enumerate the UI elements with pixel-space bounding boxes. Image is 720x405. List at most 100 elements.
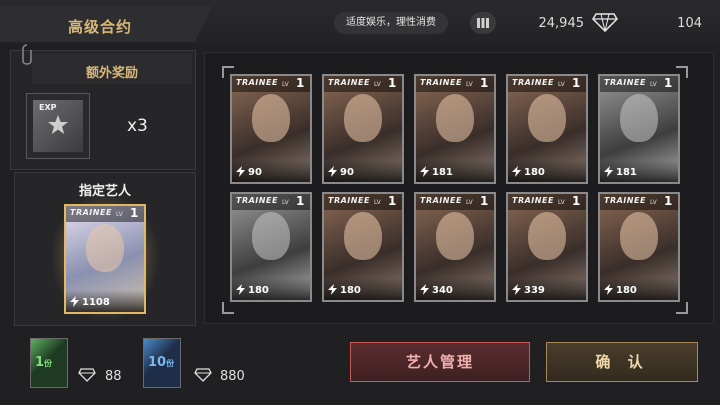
card-level: 1 xyxy=(480,76,489,90)
single-pack-count: 1份 xyxy=(35,355,52,370)
single-pack-option[interactable]: 1份 xyxy=(30,338,68,388)
card-level: 1 xyxy=(664,194,673,208)
card-level: 1 xyxy=(130,206,139,220)
card-power: 180 xyxy=(616,285,637,296)
card-level: 1 xyxy=(572,76,581,90)
stats-button[interactable] xyxy=(470,12,496,34)
artist-card[interactable]: TRAINEE LV 1 90 xyxy=(230,74,312,184)
exp-item[interactable]: EXP xyxy=(26,93,90,159)
lv-label: LV xyxy=(282,199,289,206)
artist-card[interactable]: TRAINEE LV 1 181 xyxy=(598,74,680,184)
lv-label: LV xyxy=(282,81,289,88)
artist-face xyxy=(620,212,658,260)
artist-face xyxy=(528,94,566,142)
lightning-icon xyxy=(328,284,337,295)
artist-face xyxy=(436,94,474,142)
artist-card[interactable]: TRAINEE LV 1 339 xyxy=(506,192,588,302)
card-power: 90 xyxy=(340,167,354,178)
diamond-icon xyxy=(592,13,618,32)
pack-count: 10 xyxy=(148,355,167,370)
lv-label: LV xyxy=(558,81,565,88)
artist-face xyxy=(436,212,474,260)
lightning-icon xyxy=(512,284,521,295)
trainee-label: TRAINEE xyxy=(420,78,462,87)
card-level: 1 xyxy=(480,194,489,208)
lightning-icon xyxy=(236,284,245,295)
artist-face xyxy=(252,212,290,260)
lv-label: LV xyxy=(116,211,123,218)
artist-face xyxy=(528,212,566,260)
diamond-icon xyxy=(78,368,96,382)
frame-corner xyxy=(676,302,688,314)
designated-artist-card[interactable]: TRAINEE LV 1 1108 xyxy=(64,204,146,314)
artist-card[interactable]: TRAINEE LV 1 90 xyxy=(322,74,404,184)
pack-unit: 份 xyxy=(44,359,53,368)
frame-corner xyxy=(222,302,234,314)
lightning-icon xyxy=(604,166,613,177)
lv-label: LV xyxy=(558,199,565,206)
bonus-title: 额外奖励 xyxy=(85,66,138,81)
exp-card-face: EXP xyxy=(33,100,83,152)
card-level: 1 xyxy=(572,194,581,208)
artist-face xyxy=(344,212,382,260)
artist-card[interactable]: TRAINEE LV 1 181 xyxy=(414,74,496,184)
lightning-icon xyxy=(70,296,79,307)
lv-label: LV xyxy=(466,81,473,88)
pack-unit: 份 xyxy=(166,359,175,368)
lightning-icon xyxy=(236,166,245,177)
lv-label: LV xyxy=(466,199,473,206)
confirm-button[interactable]: 确 认 xyxy=(546,342,698,382)
trainee-label: TRAINEE xyxy=(236,196,278,205)
bonus-multiplier: x3 xyxy=(127,116,148,136)
lightning-icon xyxy=(420,284,429,295)
paperclip-icon xyxy=(22,44,32,65)
trainee-label: TRAINEE xyxy=(328,78,370,87)
card-power: 180 xyxy=(248,285,269,296)
ten-pack-price: 880 xyxy=(220,369,245,384)
card-level: 1 xyxy=(296,194,305,208)
lightning-icon xyxy=(328,166,337,177)
single-pack-price: 88 xyxy=(105,369,122,384)
notice-pill: 适度娱乐，理性消费 xyxy=(334,12,448,34)
page-title: 高级合约 xyxy=(68,18,133,36)
card-level: 1 xyxy=(296,76,305,90)
trainee-label: TRAINEE xyxy=(604,78,646,87)
trainee-label: TRAINEE xyxy=(512,196,554,205)
trainee-label: TRAINEE xyxy=(604,196,646,205)
card-power: 339 xyxy=(524,285,545,296)
bars-icon xyxy=(477,18,489,28)
resource-count: 104 xyxy=(677,16,702,31)
card-level: 1 xyxy=(388,194,397,208)
card-power: 180 xyxy=(340,285,361,296)
ten-pack-count: 10份 xyxy=(148,355,174,370)
artist-card[interactable]: TRAINEE LV 1 180 xyxy=(322,192,404,302)
artist-card[interactable]: TRAINEE LV 1 180 xyxy=(230,192,312,302)
lightning-icon xyxy=(604,284,613,295)
card-power: 340 xyxy=(432,285,453,296)
artist-card[interactable]: TRAINEE LV 1 180 xyxy=(598,192,680,302)
artist-card[interactable]: TRAINEE LV 1 180 xyxy=(506,74,588,184)
exp-label: EXP xyxy=(39,103,57,112)
lightning-icon xyxy=(420,166,429,177)
lv-label: LV xyxy=(650,81,657,88)
trainee-label: TRAINEE xyxy=(70,208,112,217)
artist-face xyxy=(252,94,290,142)
artist-face xyxy=(620,94,658,142)
trainee-label: TRAINEE xyxy=(328,196,370,205)
currency-amount: 24,945 xyxy=(538,16,585,31)
lightning-icon xyxy=(512,166,521,177)
trainee-label: TRAINEE xyxy=(236,78,278,87)
trainee-label: TRAINEE xyxy=(420,196,462,205)
diamond-icon xyxy=(194,368,212,382)
ten-pack-option[interactable]: 10份 xyxy=(143,338,181,388)
lv-label: LV xyxy=(374,199,381,206)
artist-management-button[interactable]: 艺人管理 xyxy=(350,342,530,382)
card-level: 1 xyxy=(388,76,397,90)
star-icon xyxy=(48,115,68,134)
artist-face xyxy=(344,94,382,142)
artist-face xyxy=(86,224,124,272)
lv-label: LV xyxy=(650,199,657,206)
card-level: 1 xyxy=(664,76,673,90)
trainee-label: TRAINEE xyxy=(512,78,554,87)
artist-card[interactable]: TRAINEE LV 1 340 xyxy=(414,192,496,302)
